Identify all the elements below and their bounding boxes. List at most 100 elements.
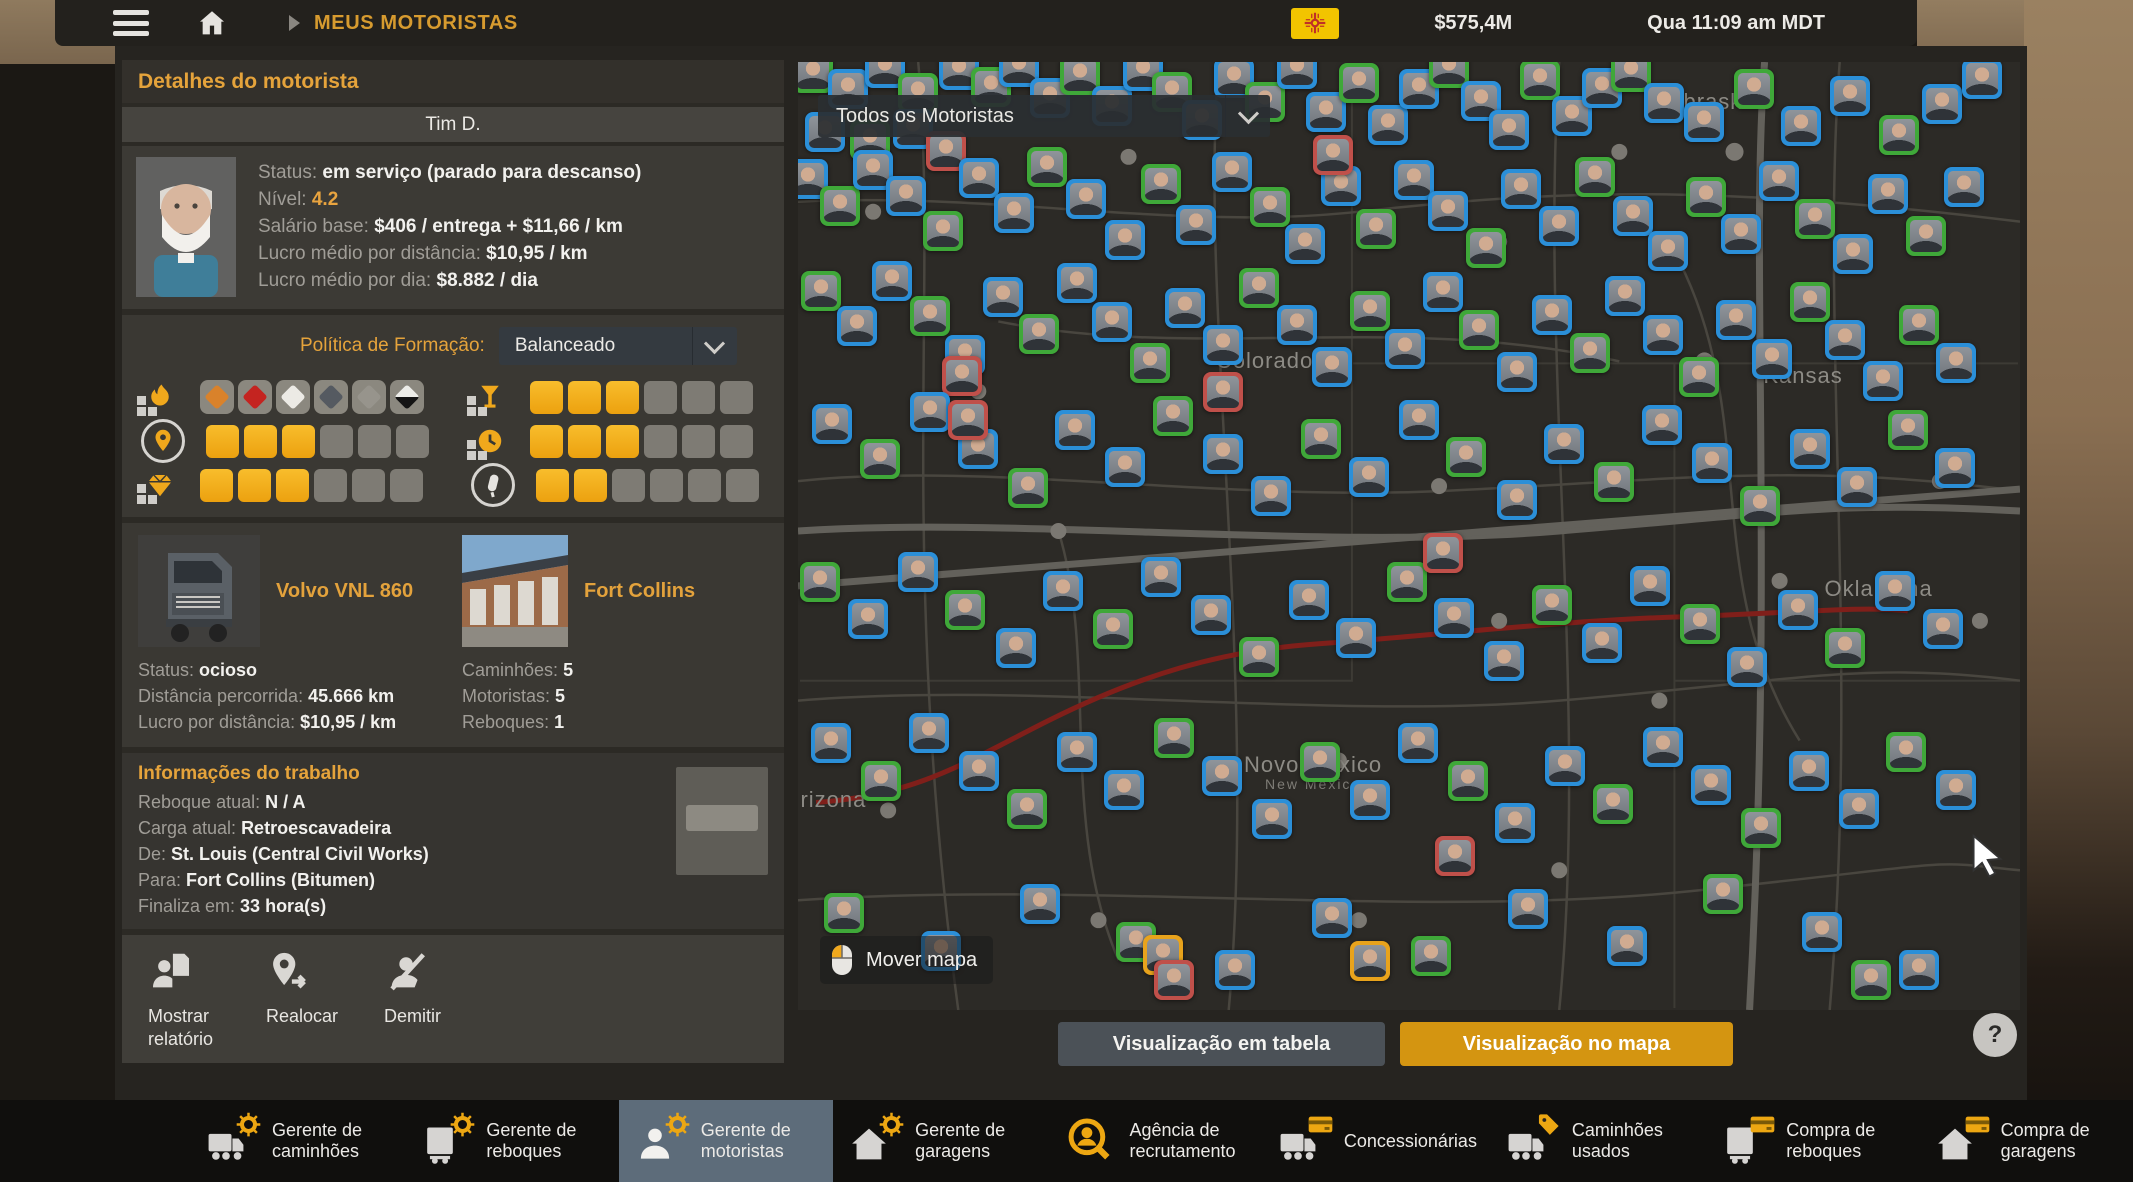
- driver-marker[interactable]: [1300, 742, 1340, 782]
- driver-marker[interactable]: [1350, 780, 1390, 820]
- driver-marker[interactable]: [1289, 580, 1329, 620]
- driver-marker[interactable]: [1833, 234, 1873, 274]
- driver-marker[interactable]: [1130, 343, 1170, 383]
- driver-marker[interactable]: [1093, 609, 1133, 649]
- driver-marker[interactable]: [1923, 609, 1963, 649]
- driver-marker[interactable]: [1643, 727, 1683, 767]
- driver-marker[interactable]: [1215, 950, 1255, 990]
- driver-marker[interactable]: [1055, 410, 1095, 450]
- driver-marker[interactable]: [1789, 751, 1829, 791]
- driver-marker[interactable]: [1607, 926, 1647, 966]
- driver-marker[interactable]: [1648, 231, 1688, 271]
- driver-marker[interactable]: [1153, 396, 1193, 436]
- driver-marker[interactable]: [1435, 836, 1475, 876]
- driver-marker[interactable]: [1781, 106, 1821, 146]
- driver-marker[interactable]: [1851, 960, 1891, 1000]
- driver-marker[interactable]: [1703, 874, 1743, 914]
- driver-marker[interactable]: [1203, 372, 1243, 412]
- relocate-button[interactable]: Realocar: [250, 947, 362, 1028]
- driver-marker[interactable]: [1497, 352, 1537, 392]
- driver-marker[interactable]: [824, 893, 864, 933]
- driver-marker[interactable]: [1825, 320, 1865, 360]
- driver-marker[interactable]: [1277, 62, 1317, 89]
- driver-marker[interactable]: [1459, 310, 1499, 350]
- toolbar-item-trailer-gear[interactable]: Gerente de reboques: [404, 1100, 618, 1182]
- driver-marker[interactable]: [872, 261, 912, 301]
- driver-marker[interactable]: [1105, 220, 1145, 260]
- driver-marker[interactable]: [1057, 263, 1097, 303]
- truck-photo[interactable]: [138, 535, 260, 647]
- driver-marker[interactable]: [1423, 272, 1463, 312]
- toolbar-item-trailer-card[interactable]: Compra de reboques: [1704, 1100, 1918, 1182]
- toolbar-item-person-gear[interactable]: Gerente de motoristas: [619, 1100, 833, 1182]
- driver-marker[interactable]: [959, 751, 999, 791]
- driver-marker[interactable]: [1643, 315, 1683, 355]
- driver-marker[interactable]: [1285, 224, 1325, 264]
- driver-marker[interactable]: [1544, 424, 1584, 464]
- driver-marker[interactable]: [1795, 199, 1835, 239]
- driver-marker[interactable]: [1495, 803, 1535, 843]
- driver-marker[interactable]: [1741, 808, 1781, 848]
- driver-marker[interactable]: [1692, 443, 1732, 483]
- driver-marker[interactable]: [1446, 437, 1486, 477]
- driver-marker[interactable]: [1019, 314, 1059, 354]
- driver-marker[interactable]: [1922, 84, 1962, 124]
- driver-marker[interactable]: [1312, 347, 1352, 387]
- driver-marker[interactable]: [909, 713, 949, 753]
- driver-marker[interactable]: [1027, 147, 1067, 187]
- garage-photo[interactable]: [462, 535, 568, 647]
- driver-marker[interactable]: [1399, 400, 1439, 440]
- driver-marker[interactable]: [1752, 339, 1792, 379]
- driver-marker[interactable]: [1539, 206, 1579, 246]
- driver-marker[interactable]: [1312, 898, 1352, 938]
- driver-marker[interactable]: [820, 186, 860, 226]
- driver-marker[interactable]: [1888, 410, 1928, 450]
- driver-marker[interactable]: [1301, 419, 1341, 459]
- home-icon[interactable]: [193, 7, 231, 39]
- driver-marker[interactable]: [1906, 216, 1946, 256]
- driver-marker[interactable]: [1570, 333, 1610, 373]
- driver-marker[interactable]: [1313, 135, 1353, 175]
- driver-marker[interactable]: [945, 590, 985, 630]
- driver-marker[interactable]: [1721, 214, 1761, 254]
- breadcrumb[interactable]: MEUS MOTORISTAS: [314, 12, 518, 35]
- driver-marker[interactable]: [1387, 562, 1427, 602]
- driver-marker[interactable]: [1350, 941, 1390, 981]
- report-button[interactable]: Mostrar relatório: [132, 947, 244, 1051]
- garage-name-link[interactable]: Fort Collins: [584, 580, 695, 603]
- driver-marker[interactable]: [812, 404, 852, 444]
- driver-marker[interactable]: [1680, 604, 1720, 644]
- driver-marker[interactable]: [1879, 115, 1919, 155]
- map-view-button[interactable]: Visualização no mapa: [1400, 1022, 1733, 1066]
- driver-marker[interactable]: [1398, 723, 1438, 763]
- driver-marker[interactable]: [1532, 585, 1572, 625]
- driver-marker[interactable]: [1790, 429, 1830, 469]
- driver-marker[interactable]: [861, 761, 901, 801]
- toolbar-item-recruit[interactable]: Agência de recrutamento: [1048, 1100, 1262, 1182]
- driver-marker[interactable]: [1043, 571, 1083, 611]
- driver-marker[interactable]: [1691, 765, 1731, 805]
- driver-marker[interactable]: [1466, 228, 1506, 268]
- driver-marker[interactable]: [1727, 647, 1767, 687]
- driver-marker[interactable]: [1212, 152, 1252, 192]
- driver-marker[interactable]: [948, 400, 988, 440]
- driver-marker[interactable]: [886, 176, 926, 216]
- driver-marker[interactable]: [1593, 784, 1633, 824]
- driver-marker[interactable]: [1203, 325, 1243, 365]
- toolbar-item-truck-tag[interactable]: Caminhões usados: [1490, 1100, 1704, 1182]
- driver-marker[interactable]: [1239, 268, 1279, 308]
- driver-marker[interactable]: [837, 306, 877, 346]
- driver-marker[interactable]: [1899, 950, 1939, 990]
- driver-marker[interactable]: [1778, 590, 1818, 630]
- driver-marker[interactable]: [1336, 618, 1376, 658]
- driver-marker[interactable]: [1104, 770, 1144, 810]
- driver-marker[interactable]: [1356, 209, 1396, 249]
- driver-marker[interactable]: [1886, 732, 1926, 772]
- driver-marker[interactable]: [1428, 191, 1468, 231]
- driver-marker[interactable]: [1740, 486, 1780, 526]
- driver-marker[interactable]: [1092, 302, 1132, 342]
- driver-marker[interactable]: [1508, 889, 1548, 929]
- drivers-map[interactable]: NebraskatahColoradoKansasOklahomaNovo Mé…: [798, 62, 2020, 1010]
- driver-marker[interactable]: [1875, 571, 1915, 611]
- driver-marker[interactable]: [1154, 960, 1194, 1000]
